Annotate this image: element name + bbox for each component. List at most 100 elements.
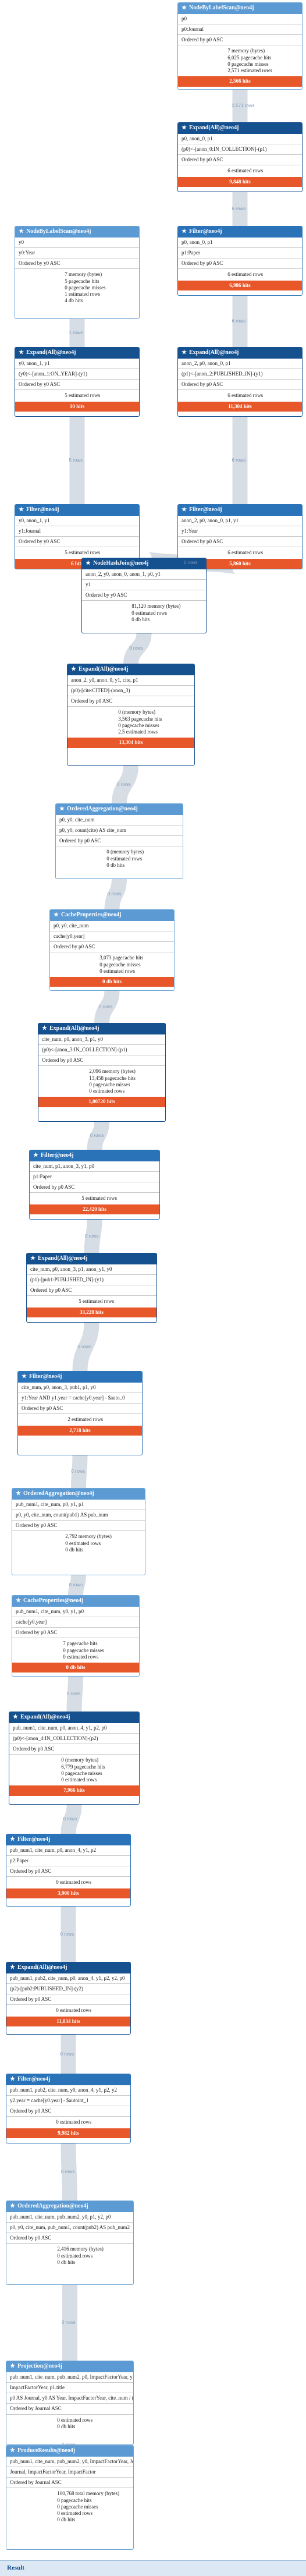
plan-node-n21[interactable]: ★ Expand(All)@neo4j pub_num1, pub2, cite_n… — [6, 1962, 131, 2035]
plan-node-n23[interactable]: ★ OrderedAggregation@neo4j pub_num1, cite_… — [6, 2201, 134, 2285]
operator-detail: p0, y0, cite_num — [50, 921, 174, 931]
operator-detail: Ordered by p0 ASC — [12, 1521, 145, 1532]
operator-detail: Ordered by p0 ASC — [9, 1744, 139, 1755]
operator-detail: pub_num1, pub2, cite_num, p0, anon_4, y1… — [6, 1973, 130, 1984]
operator-title: CacheProperties@neo4j — [23, 1597, 84, 1604]
plan-node-n13[interactable]: ★ Expand(All)@neo4j cite_num, p0, anon_3, … — [38, 1023, 166, 1122]
operator-detail: y1:Year AND y1.year = cache[y0.year] - $… — [18, 1393, 142, 1404]
plan-node-n1[interactable]: ★ NodeByLabelScan@neo4j p0 p0:Journal Ordere… — [177, 2, 303, 90]
operator-stats: 5 estimated rows — [79, 1298, 115, 1305]
plan-node-n2[interactable]: ★ Expand(All)@neo4j p0, anon_0, p1 (p0)<-[a… — [177, 122, 303, 192]
operator-stats: 100,768 total memory (bytes) 0 pagecache… — [57, 2490, 120, 2523]
operator-detail: anon_2, p0, anon_0, p1, y1 — [178, 516, 302, 526]
operator-icon: ★ — [19, 228, 24, 235]
plan-node-header: ★ Filter@neo4j — [15, 505, 139, 516]
plan-node-n22[interactable]: ★ Filter@neo4j pub_num1, pub2, cite_num, y… — [6, 2074, 131, 2143]
flow-row-count: 6 rows — [232, 318, 246, 324]
operator-title: Expand(All)@neo4j — [49, 1025, 99, 1032]
operator-icon: ★ — [22, 1373, 27, 1380]
plan-node-n15[interactable]: ★ Expand(All)@neo4j cite_num, p0, anon_3, … — [26, 1253, 157, 1323]
plan-node-n19[interactable]: ★ Expand(All)@neo4j pub_num1, cite_num, p0… — [9, 1712, 140, 1805]
plan-node-n24[interactable]: ★ Projection@neo4j pub_num1, cite_num, pub… — [6, 2361, 134, 2445]
operator-detail: pub_num1, cite_num, pub_num2, p0, Impact… — [6, 2372, 133, 2383]
plan-node-n18[interactable]: ★ CacheProperties@neo4j pub_num1, cite_num… — [12, 1595, 140, 1677]
plan-node-header: ★ CacheProperties@neo4j — [50, 910, 174, 921]
flow-row-count: 0 rows — [62, 2442, 76, 2447]
operator-detail: Ordered by p0 ASC — [67, 696, 194, 707]
operator-stats: 0 estimated rows — [56, 1879, 92, 1886]
operator-detail: Ordered by p0 ASC — [178, 380, 302, 391]
db-hits-badge: 10 hits — [15, 401, 139, 412]
operator-detail: Ordered by p0 ASC — [50, 942, 174, 953]
operator-detail: p0, y0, cite_num, pub_num1, count(pub2) … — [6, 2223, 133, 2233]
operator-stats: 2,792 memory (bytes) 0 estimated rows 0 … — [65, 1533, 112, 1553]
plan-node-header: ★ CacheProperties@neo4j — [12, 1596, 139, 1607]
operator-title: Filter@neo4j — [188, 506, 222, 513]
plan-node-n10[interactable]: ★ Expand(All)@neo4j anon_2, y0, anon_0, y1… — [67, 664, 195, 766]
operator-title: Expand(All)@neo4j — [188, 349, 239, 356]
operator-detail: y2.year = cache[y0.year] - $autoint_1 — [6, 2096, 130, 2106]
operator-detail: p1:Paper — [30, 1172, 159, 1182]
operator-detail: pub_num1, pub2, cite_num, y0, anon_4, y1… — [6, 2085, 130, 2096]
operator-icon: ★ — [10, 2076, 15, 2082]
plan-node-header: ★ Filter@neo4j — [6, 2074, 130, 2085]
operator-title: Expand(All)@neo4j — [78, 666, 129, 672]
operator-title: OrderedAggregation@neo4j — [66, 806, 138, 812]
operator-title: Expand(All)@neo4j — [20, 1714, 70, 1720]
operator-title: Projection@neo4j — [17, 2363, 62, 2369]
plan-node-n6[interactable]: ★ Expand(All)@neo4j anon_2, p0, anon_0, p1… — [177, 347, 303, 417]
operator-detail: Ordered by p0 ASC — [30, 1182, 159, 1193]
operator-icon: ★ — [59, 806, 65, 812]
result-bar[interactable]: Result — [0, 2560, 306, 2576]
plan-node-n11[interactable]: ★ OrderedAggregation@neo4j p0, y0, cite_nu… — [55, 803, 183, 879]
plan-node-header: ★ OrderedAggregation@neo4j — [56, 804, 183, 815]
operator-detail: Ordered by p0 ASC — [178, 258, 302, 270]
operator-title: Filter@neo4j — [17, 1836, 51, 1842]
db-hits-badge: 2,566 hits — [178, 76, 302, 87]
plan-node-n9[interactable]: ★ NodeHashJoin@neo4j anon_2, y0, anon_0, a… — [81, 558, 207, 633]
plan-node-n25[interactable]: ★ ProduceResults@neo4j pub_num1, cite_num,… — [6, 2445, 134, 2550]
flow-row-count: 0 rows — [98, 1004, 113, 1009]
operator-icon: ★ — [182, 228, 187, 235]
operator-title: ProduceResults@neo4j — [17, 2447, 76, 2454]
operator-detail: Ordered by p0 ASC — [6, 2233, 133, 2244]
plan-node-n14[interactable]: ★ Filter@neo4j cite_num, p1, anon_3, y1, p… — [29, 1150, 160, 1220]
operator-stats: 81,120 memory (bytes) 0 estimated rows 0… — [131, 603, 181, 622]
operator-stats: 0 (memory bytes) 0 estimated rows 0 db h… — [106, 849, 144, 868]
operator-stats: 0 estimated rows — [56, 2119, 92, 2125]
plan-node-n5[interactable]: ★ Expand(All)@neo4j y0, anon_1, y1 (y0)<-[a… — [15, 347, 140, 417]
operator-detail: p2:Paper — [6, 1856, 130, 1866]
operator-stats: 0 estimated rows 0 db hits — [57, 2416, 93, 2429]
operator-detail: (y0)<-[anon_1:ON_YEAR]-(y1) — [15, 369, 139, 380]
operator-detail: pub_num1, cite_num, p0, y1, p1 — [12, 1500, 145, 1510]
operator-icon: ★ — [33, 1152, 38, 1158]
operator-detail: pub_num1, cite_num, p0, anon_4, y1, p2 — [6, 1845, 130, 1856]
plan-node-header: ★ NodeByLabelScan@neo4j — [178, 3, 302, 14]
db-hits-badge: 0 db hits — [50, 977, 174, 987]
operator-detail: p0, anon_0, p1 — [178, 134, 302, 144]
plan-node-n16[interactable]: ★ Filter@neo4j cite_num, p0, anon_3, pub1,… — [17, 1371, 143, 1455]
plan-node-n4[interactable]: ★ Filter@neo4j p0, anon_0, p1 p1:Paper Order… — [177, 226, 303, 296]
flow-row-count: 0 rows — [71, 1469, 85, 1474]
plan-node-n12[interactable]: ★ CacheProperties@neo4j p0, y0, cite_num ca… — [49, 909, 175, 991]
flow-row-count: 6 rows — [232, 206, 246, 211]
flow-row-count: 0 rows — [90, 1133, 104, 1138]
operator-stats: 2,096 memory (bytes) 13,458 pagecache hi… — [89, 1068, 136, 1094]
operator-icon: ★ — [19, 506, 24, 513]
operator-title: Filter@neo4j — [29, 1373, 62, 1380]
plan-node-n20[interactable]: ★ Filter@neo4j pub_num1, cite_num, p0, ano… — [6, 1834, 131, 1907]
flow-row-count: 0 rows — [60, 1931, 74, 1937]
operator-detail: p0, y0, cite_num, count(pub1) AS pub_num — [12, 1510, 145, 1521]
plan-node-n17[interactable]: ★ OrderedAggregation@neo4j pub_num1, cite_… — [12, 1488, 145, 1575]
operator-icon: ★ — [10, 2447, 15, 2454]
operator-stats: 0 (memory bytes) 3,563 pagecache hits 0 … — [118, 709, 162, 735]
operator-detail: p0, y0, cite_num — [56, 815, 183, 825]
plan-node-n3[interactable]: ★ NodeByLabelScan@neo4j y0 y0:Year Ordered b… — [15, 226, 140, 319]
operator-icon: ★ — [19, 349, 24, 356]
db-hits-badge: 7,966 hits — [9, 1785, 139, 1796]
operator-stats: 6 estimated rows — [227, 271, 264, 278]
operator-detail: p0, anon_0, p1 — [178, 238, 302, 248]
operator-icon: ★ — [13, 1714, 18, 1720]
operator-detail: pub_num1, cite_num, pub_num2, y0, p1, y2… — [6, 2212, 133, 2223]
operator-title: CacheProperties@neo4j — [61, 912, 122, 918]
